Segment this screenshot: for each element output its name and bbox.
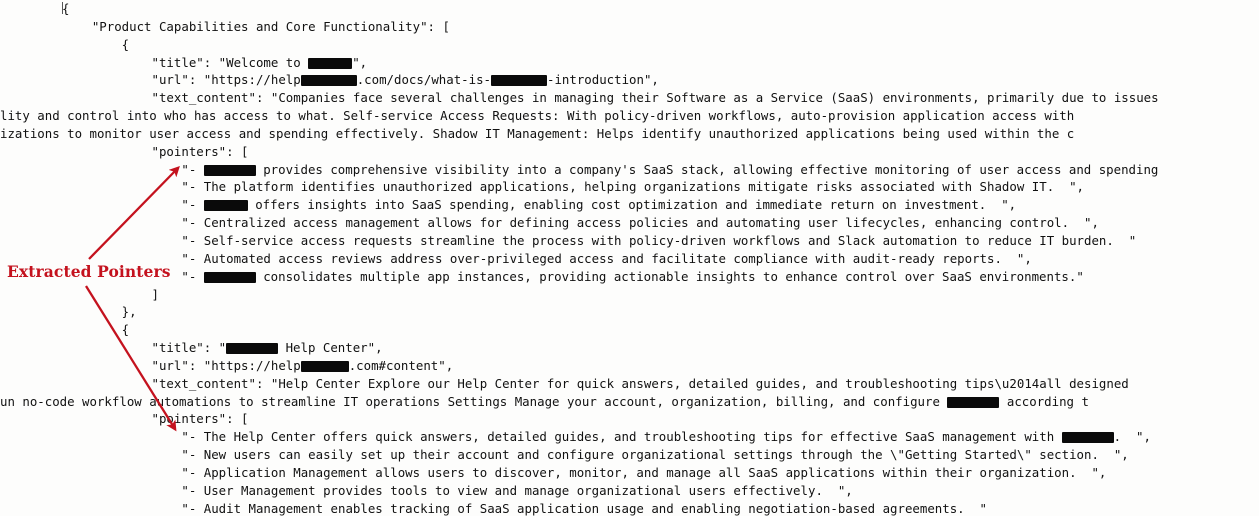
json-code-viewer[interactable]: { "Product Capabilities and Core Functio… [0, 0, 1259, 516]
code-text: { [62, 1, 70, 16]
code-line: "url": "https://help .com#content", [0, 357, 1259, 375]
code-text: "title": "Welcome to [62, 54, 309, 70]
code-text: lity and control into who has access to … [0, 108, 1075, 124]
code-text: "- Self-service access requests streamli… [62, 232, 1137, 248]
code-text: "url": "https://help [62, 357, 301, 373]
code-line: "- Automated access reviews address over… [0, 250, 1259, 268]
code-line: lity and control into who has access to … [0, 107, 1259, 125]
code-line: { [0, 36, 1259, 54]
code-line: "- Self-service access requests streamli… [0, 232, 1259, 250]
code-line: "title": " Help Center", [0, 339, 1259, 357]
code-line: ] [0, 286, 1259, 304]
code-text: "- Audit Management enables tracking of … [62, 500, 988, 516]
code-line: "- The Help Center offers quick answers,… [0, 428, 1259, 446]
code-text: "pointers": [ [62, 143, 249, 159]
code-text: Help Center", [278, 340, 383, 356]
code-line: "- New users can easily set up their acc… [0, 446, 1259, 464]
code-line: "pointers": [ [0, 143, 1259, 161]
code-text: "Product Capabilities and Core Functiona… [62, 18, 450, 34]
code-line: "Product Capabilities and Core Functiona… [0, 18, 1259, 36]
code-text: . ", [1113, 429, 1151, 445]
code-line: "- User Management provides tools to vie… [0, 482, 1259, 500]
code-line: izations to monitor user access and spen… [0, 125, 1259, 143]
code-text: .com/docs/what-is- [356, 72, 491, 88]
redaction-bar [203, 200, 248, 212]
redaction-bar [226, 343, 279, 355]
code-line: "- Audit Management enables tracking of … [0, 500, 1259, 516]
code-text: "- Automated access reviews address over… [62, 250, 1032, 266]
code-line: "- Centralized access management allows … [0, 214, 1259, 232]
redaction-bar [308, 57, 353, 69]
redaction-bar [203, 271, 256, 283]
code-text: ] [62, 286, 159, 302]
code-text: "- New users can easily set up their acc… [62, 447, 1129, 463]
code-text: .com#content", [348, 357, 454, 373]
redaction-bar [300, 75, 357, 87]
extracted-pointers-label: Extracted Pointers [7, 262, 171, 281]
screenshot-root: { "Product Capabilities and Core Functio… [0, 0, 1259, 516]
code-text: "- The platform identifies unauthorized … [62, 179, 1084, 195]
code-text: offers insights into SaaS spending, enab… [247, 197, 1017, 213]
code-text: izations to monitor user access and spen… [0, 125, 1075, 141]
code-text: "- The Help Center offers quick answers,… [62, 429, 1062, 445]
code-line: "- The platform identifies unauthorized … [0, 178, 1259, 196]
code-line: un no-code workflow automations to strea… [0, 393, 1259, 411]
code-line: "- consolidates multiple app instances, … [0, 268, 1259, 286]
code-text: "text_content": "Companies face several … [62, 90, 1159, 106]
code-text: un no-code workflow automations to strea… [0, 393, 948, 409]
code-line: "- provides comprehensive visibility int… [0, 161, 1259, 179]
code-line: { [0, 321, 1259, 339]
redaction-bar [491, 75, 547, 87]
code-text: "- Centralized access management allows … [62, 215, 1099, 231]
code-text: "title": " [62, 340, 227, 356]
code-line: "text_content": "Help Center Explore our… [0, 375, 1259, 393]
code-line: "pointers": [ [0, 410, 1259, 428]
code-text: "- Application Management allows users t… [62, 464, 1107, 480]
code-line: "- offers insights into SaaS spending, e… [0, 196, 1259, 214]
code-text: "url": "https://help [62, 72, 301, 88]
code-text: according t [999, 393, 1089, 409]
redaction-bar [203, 164, 256, 176]
redaction-bar [300, 360, 349, 372]
code-line: "title": "Welcome to ", [0, 54, 1259, 72]
code-line: }, [0, 303, 1259, 321]
code-text: -introduction", [547, 72, 659, 88]
code-line: { [0, 0, 1259, 18]
code-text: "- [62, 161, 204, 177]
code-text: "- [62, 197, 204, 213]
code-text: "pointers": [ [62, 411, 249, 427]
code-text: }, [62, 304, 137, 320]
code-text: provides comprehensive visibility into a… [255, 161, 1159, 177]
code-text: "text_content": "Help Center Explore our… [62, 375, 1129, 391]
code-text: { [62, 36, 130, 52]
code-line: "text_content": "Companies face several … [0, 89, 1259, 107]
code-text: "- User Management provides tools to vie… [62, 482, 853, 498]
code-text: ", [352, 54, 368, 70]
redaction-bar [947, 396, 1000, 408]
redaction-bar [1061, 432, 1114, 444]
code-line: "- Application Management allows users t… [0, 464, 1259, 482]
code-text: consolidates multiple app instances, pro… [255, 268, 1084, 284]
code-line: "url": "https://help .com/docs/what-is- -i… [0, 71, 1259, 89]
code-text: { [62, 322, 130, 338]
